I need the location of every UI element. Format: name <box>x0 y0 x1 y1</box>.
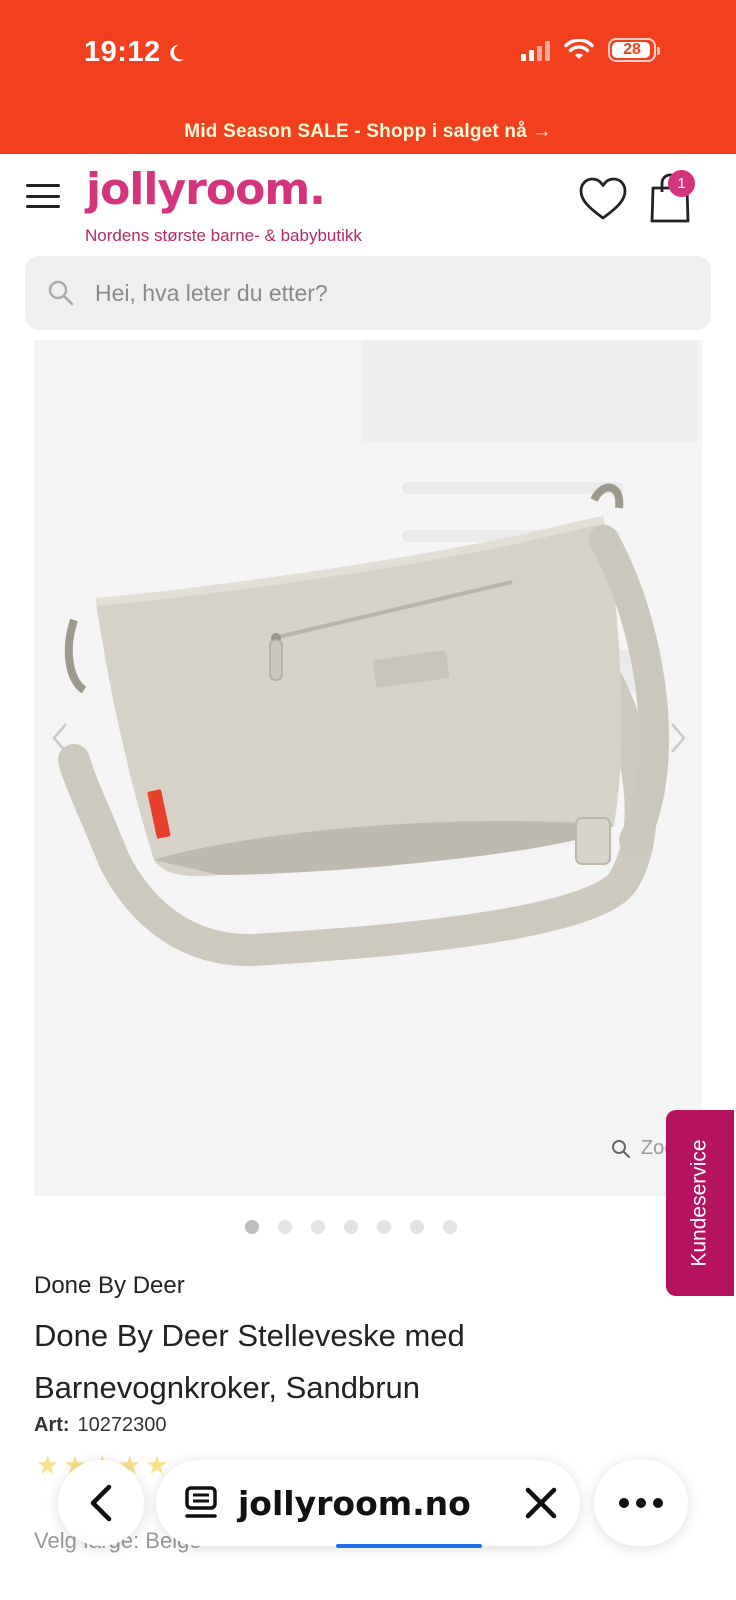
zoom-icon <box>611 1139 630 1158</box>
product-photo-changing-bag <box>58 483 669 967</box>
carousel-dot[interactable] <box>344 1220 358 1234</box>
product-title: Done By Deer Stelleveske med Barnevognkr… <box>34 1318 465 1405</box>
carousel-dot[interactable] <box>377 1220 391 1234</box>
carousel-dot[interactable] <box>278 1220 292 1234</box>
chevron-left-icon <box>90 1484 112 1522</box>
status-bar: 19:12 28 <box>0 0 736 110</box>
more-options-button[interactable] <box>594 1460 688 1546</box>
carousel-dot[interactable] <box>245 1220 259 1234</box>
back-button[interactable] <box>58 1460 144 1546</box>
article-number: Art: 10272300 <box>34 1414 167 1437</box>
carousel-dot[interactable] <box>410 1220 424 1234</box>
background-overlay-panel <box>362 340 698 442</box>
status-icons: 28 <box>521 38 660 62</box>
wifi-icon <box>564 39 594 59</box>
tabs-icon <box>185 1486 217 1518</box>
battery-level: 28 <box>623 41 641 58</box>
browser-bottom-bar: jollyroom.no <box>0 1456 736 1556</box>
logo[interactable]: jollyroom. <box>86 164 326 215</box>
battery-icon: 28 <box>608 38 660 62</box>
product-image-gallery[interactable]: Zoom <box>34 340 702 1196</box>
carousel-dot[interactable] <box>443 1220 457 1234</box>
cart-count-badge: 1 <box>668 170 695 197</box>
carousel-indicator <box>0 1220 736 1234</box>
hamburger-menu-icon[interactable] <box>26 184 60 208</box>
promo-banner[interactable]: Mid Season SALE - Shopp i salget nå → <box>0 110 736 154</box>
time-text: 19:12 <box>84 36 161 68</box>
article-value: 10272300 <box>77 1414 167 1436</box>
customer-service-label: Kundeservice <box>688 1139 711 1267</box>
heart-icon[interactable] <box>578 176 628 222</box>
search-input[interactable] <box>95 279 711 307</box>
close-icon[interactable] <box>524 1486 558 1520</box>
previous-image-arrow-icon[interactable] <box>50 720 70 756</box>
customer-service-tab[interactable]: Kundeservice <box>666 1110 734 1296</box>
article-label: Art: <box>34 1414 70 1436</box>
product-brand[interactable]: Done By Deer <box>34 1272 185 1300</box>
cellular-signal-icon <box>521 39 550 61</box>
more-dots-icon <box>619 1498 663 1508</box>
carousel-dot[interactable] <box>311 1220 325 1234</box>
page-load-progress <box>336 1544 482 1548</box>
tagline: Nordens største barne- & babybutikk <box>85 226 362 245</box>
next-image-arrow-icon[interactable] <box>668 720 688 756</box>
status-time: 19:12 <box>84 36 187 69</box>
promo-text: Mid Season SALE - Shopp i salget nå → <box>184 121 552 142</box>
address-bar[interactable]: jollyroom.no <box>156 1460 580 1548</box>
search-icon <box>48 280 74 306</box>
search-bar[interactable] <box>25 256 711 330</box>
url-text: jollyroom.no <box>238 1483 471 1523</box>
site-header: jollyroom. Nordens største barne- & baby… <box>0 154 736 254</box>
moon-icon <box>169 44 184 61</box>
